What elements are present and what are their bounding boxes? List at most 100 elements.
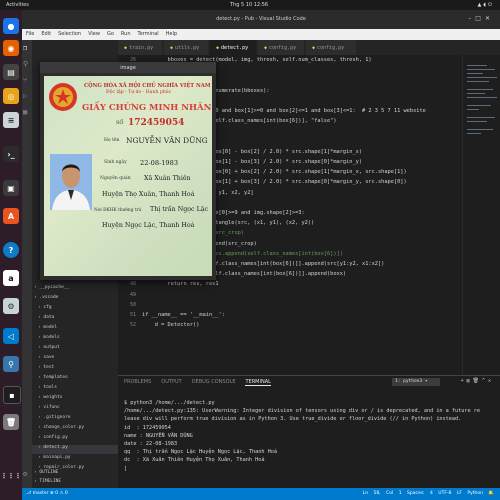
menu-terminal[interactable]: Terminal <box>138 31 159 37</box>
terminal-select[interactable]: 1: python3 ▾ <box>392 378 440 386</box>
tab-output[interactable]: OUTPUT <box>161 379 181 385</box>
menu-help[interactable]: Help <box>166 31 177 37</box>
tab-train[interactable]: ◆ train.py <box>118 40 162 55</box>
terminal-line: qq : Thị trấn Ngọc Lặc Huyện Ngọc Lặc, T… <box>124 449 278 456</box>
line-number: 51 <box>129 312 136 318</box>
explorer-item[interactable]: › .gitignore <box>38 415 71 424</box>
explorer-item[interactable]: › templates <box>38 375 68 384</box>
line-number: 50 <box>129 301 136 308</box>
line-number: 49 <box>129 291 136 298</box>
card-address-line1: Thị trấn Ngọc Lặc <box>150 206 209 213</box>
image-viewer-icon[interactable]: ▣ <box>3 180 19 196</box>
menu-bar: File Edit Selection View Go Run Terminal Help <box>22 29 500 40</box>
explorer-item[interactable]: › __pycache__ <box>34 285 69 294</box>
explorer-item[interactable]: › model <box>38 325 57 334</box>
system-tray[interactable]: ▲◖⏻ <box>478 2 494 8</box>
settings-icon[interactable]: ⚙ <box>3 298 19 314</box>
image-window-title: image <box>120 65 136 71</box>
explorer-item[interactable]: › output <box>38 345 60 354</box>
line-number: 52 <box>129 322 136 329</box>
chevron-down-icon: ▾ <box>424 379 428 384</box>
explorer-item[interactable]: › mainapi.py <box>38 455 71 464</box>
status-right[interactable]: Ln 58, Col 1 Spaces: 4 UTF-8 LF Python 🔔 <box>363 491 494 496</box>
terminal-icon[interactable]: ›_ <box>3 146 19 162</box>
clock[interactable]: Thg 5 10 12:56 <box>230 2 268 8</box>
menu-view[interactable]: View <box>88 31 100 37</box>
card-header-motto: Độc lập - Tự do - Hạnh phúc <box>106 90 172 95</box>
software-center-icon[interactable]: A <box>3 208 19 224</box>
explorer-item[interactable]: › models <box>38 335 60 344</box>
maximize-icon[interactable]: □ <box>475 15 485 22</box>
tab-detect[interactable]: ◆ detect.py <box>210 40 256 55</box>
menu-edit[interactable]: Edit <box>41 31 51 37</box>
panel-actions: +▥🗑^✕ <box>461 378 494 384</box>
writer-icon[interactable]: ≡ <box>3 112 19 128</box>
python-file-icon: ◆ <box>124 45 128 51</box>
tab-config[interactable]: ◆ config.py <box>258 40 304 55</box>
chrome-icon[interactable]: ● <box>3 18 19 34</box>
explorer-item[interactable]: › save <box>38 355 54 364</box>
status-left[interactable]: ⎇ master ⊗ 0 ⚠ 0 <box>26 491 68 496</box>
outline-section[interactable]: › OUTLINE <box>34 470 58 479</box>
explorer-item[interactable]: › tools <box>38 385 57 394</box>
tab-utils[interactable]: ◆ utils.py <box>164 40 208 55</box>
explorer-item[interactable]: › cfg <box>38 305 52 314</box>
pycharm-icon[interactable]: ▪ <box>3 386 21 404</box>
explorer-item-active[interactable]: › detect.py <box>32 445 124 454</box>
amazon-icon[interactable]: a <box>3 270 19 286</box>
rhythmbox-icon[interactable]: ◎ <box>3 88 19 104</box>
window-controls: –□✕ <box>468 15 494 22</box>
files-icon[interactable]: ▤ <box>3 64 19 80</box>
extensions-icon[interactable]: ▦ <box>23 108 27 116</box>
card-origin-label: Nguyên quán <box>100 176 131 181</box>
trash-icon[interactable]: 🗑 <box>473 378 482 384</box>
terminal-line: dc : Xã Xuân Thiên Huyện Thọ Xuân, Thanh… <box>124 457 265 464</box>
status-bar: ⎇ master ⊗ 0 ⚠ 0 Ln 58, Col 1 Spaces: 4 … <box>22 488 500 500</box>
explorer-item[interactable]: › config.py <box>38 435 68 444</box>
window-title: detect.py - Pub - Visual Studio Code <box>216 16 306 22</box>
explorer-item[interactable]: › change_color.py <box>38 425 84 434</box>
explorer-item[interactable]: › test <box>38 365 54 374</box>
run-debug-icon[interactable]: ▷ <box>23 92 27 100</box>
code-line: d = Detector() <box>142 322 200 329</box>
minimap[interactable] <box>462 55 500 375</box>
manage-gear-icon[interactable]: ⚙ <box>23 470 27 478</box>
tab-debug-console[interactable]: DEBUG CONSOLE <box>192 379 236 385</box>
explorer-item[interactable]: › vifunc <box>38 405 60 414</box>
tab-terminal[interactable]: TERMINAL <box>245 379 271 386</box>
card-id-label: SỐ <box>116 120 124 126</box>
national-emblem-icon <box>49 83 77 111</box>
tab-problems[interactable]: PROBLEMS <box>124 379 151 385</box>
card-origin-line2: Huyện Thọ Xuân, Thanh Hoá <box>102 191 195 198</box>
card-header-country: CỘNG HÒA XÃ HỘI CHỦ NGHĨA VIỆT NAM <box>84 83 211 89</box>
image-window-titlebar[interactable]: image <box>40 62 216 73</box>
explorer-item[interactable]: › .vscode <box>34 295 58 304</box>
code-line: if __name__ == '__main__': <box>142 312 225 318</box>
show-apps-icon[interactable]: ⋮⋮⋮ <box>1 468 22 484</box>
activities-button[interactable]: Activities <box>6 2 29 8</box>
terminal-line: id : 172459054 <box>124 424 171 431</box>
close-icon[interactable]: ✕ <box>485 15 494 22</box>
system-top-bar: Activities Thg 5 10 12:56 ▲◖⏻ <box>0 0 500 10</box>
window-title-bar: detect.py - Pub - Visual Studio Code –□✕ <box>22 10 500 29</box>
tab-config-2[interactable]: ◆ config.py <box>306 40 356 55</box>
card-address-label: Nơi ĐKHK thường trú <box>94 208 142 213</box>
explorer-item[interactable]: › weights <box>38 395 62 404</box>
help-icon[interactable]: ? <box>3 242 19 258</box>
firefox-icon[interactable]: ◉ <box>3 40 19 56</box>
search-icon[interactable]: ⚲ <box>23 60 28 68</box>
timeline-section[interactable]: › TIMELINE <box>34 479 61 488</box>
vscode-icon[interactable]: ◁ <box>3 328 19 344</box>
menu-run[interactable]: Run <box>121 31 131 37</box>
python-file-icon: ◆ <box>264 45 268 51</box>
code-line: return res, res1 <box>142 281 219 288</box>
menu-file[interactable]: File <box>26 31 34 37</box>
menu-selection[interactable]: Selection <box>58 31 81 37</box>
explorer-item[interactable]: › data <box>38 315 54 324</box>
source-control-icon[interactable]: ⑂ <box>23 76 27 84</box>
python-icon[interactable]: ⚲ <box>3 356 19 372</box>
menu-go[interactable]: Go <box>107 31 114 37</box>
trash-icon[interactable]: 🗑 <box>3 414 19 430</box>
explorer-icon[interactable]: ❐ <box>23 44 27 52</box>
close-icon[interactable]: ✕ <box>488 378 494 384</box>
